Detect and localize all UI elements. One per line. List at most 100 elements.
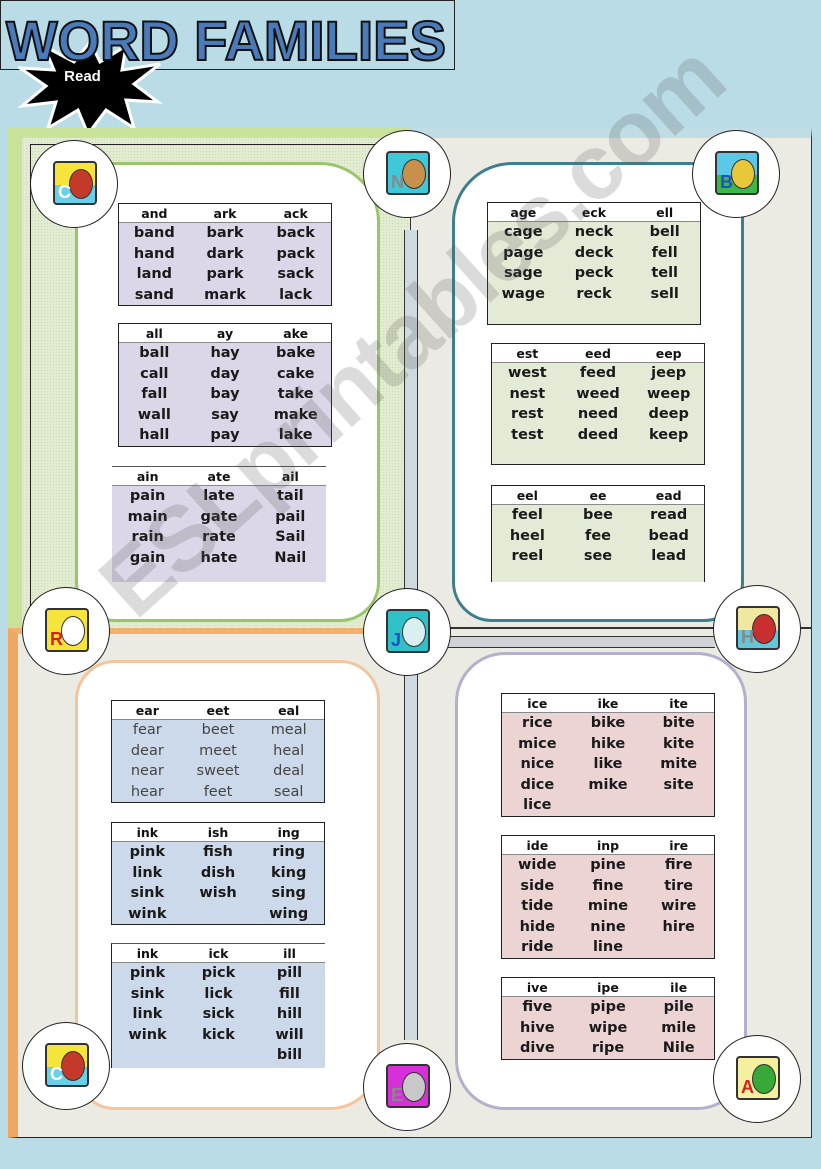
icon-letter: C [58, 182, 71, 202]
word-cell: test [511, 426, 544, 443]
table-row: wink kick will [112, 1025, 325, 1046]
word-cell: sick [202, 1006, 235, 1023]
table-row: wide pine fire [502, 855, 714, 876]
word-cell: park [206, 266, 244, 283]
word-cell: lead [651, 548, 687, 565]
title-banner: WORD FAMILIES [0, 0, 455, 70]
family-ending-header: ill [283, 945, 296, 961]
hippo-hockey-h-icon: H [736, 606, 780, 650]
word-cell: dive [520, 1040, 555, 1057]
word-cell: hike [590, 735, 626, 752]
word-cell: fish [203, 844, 233, 861]
table-row: pink pick pill [112, 963, 325, 984]
table-row: dear meet heal [112, 741, 324, 762]
word-cell: deep [648, 406, 689, 423]
word-cell: mine [587, 898, 629, 915]
table-row: wink wing [112, 904, 324, 925]
word-cell: mark [204, 286, 246, 303]
bird-nest-n-icon: N [386, 151, 430, 195]
word-cell: tire [664, 877, 694, 894]
word-cell: hall [139, 427, 170, 444]
table-row: dice mike site [502, 775, 714, 796]
word-cell: reck [576, 285, 612, 302]
word-cell: Sail [275, 529, 306, 546]
word-cell: dear [130, 742, 164, 759]
bee-baseball-b-icon: B [715, 151, 759, 195]
word-family-table-ink-ish-ing: ink ish ing pink fish ring link dish king sink wis… [111, 822, 325, 925]
family-ending-header: eed [585, 345, 611, 361]
table-row: lice [502, 795, 714, 816]
family-ending-header: eep [655, 345, 682, 361]
word-cell: will [275, 1026, 304, 1043]
icon-figure [731, 159, 755, 189]
table-row: fear beet meal [112, 720, 324, 741]
word-cell: gate [200, 508, 238, 525]
elephant-e-icon-circle: E [363, 1043, 451, 1131]
family-ending-header: ell [656, 204, 674, 220]
word-cell: keep [649, 426, 689, 443]
word-cell: band [133, 225, 175, 242]
word-cell: sand [134, 286, 174, 303]
word-cell: nest [509, 385, 546, 402]
family-ending-header: ee [589, 487, 607, 503]
table-row: band bark back [119, 223, 331, 244]
table-header-row: ear eet eal [112, 701, 324, 720]
table-row: nest weed weep [492, 384, 704, 405]
word-cell: wire [661, 898, 697, 915]
table-row: sink lick fill [112, 984, 325, 1005]
word-cell: deal [273, 763, 305, 780]
table-row: feel bee read [492, 505, 704, 526]
word-cell: sink [130, 885, 165, 902]
word-cell: sink [130, 985, 165, 1002]
family-ending-header: ire [669, 837, 689, 853]
word-cell: mile [661, 1019, 697, 1036]
word-cell: dice [520, 776, 555, 793]
word-cell: seal [273, 783, 304, 800]
word-cell: say [211, 406, 239, 423]
word-cell: kick [202, 1026, 235, 1043]
word-cell: bark [206, 225, 244, 242]
family-ending-header: eet [206, 702, 230, 718]
word-cell: mice [518, 735, 557, 752]
word-cell: meal [270, 722, 307, 739]
word-cell: sing [271, 885, 306, 902]
table-row: dive ripe Nile [502, 1038, 714, 1059]
word-cell: sell [650, 285, 679, 302]
table-row: page deck fell [488, 243, 700, 264]
table-header-row: all ay ake [119, 324, 331, 343]
icon-figure [402, 617, 426, 647]
table-row: west feed jeep [492, 363, 704, 384]
word-cell: bake [276, 345, 316, 362]
table-row: test deed keep [492, 425, 704, 446]
family-ending-header: ack [283, 205, 308, 221]
family-ending-header: and [141, 205, 168, 221]
table-row: link dish king [112, 863, 324, 884]
table-row: call day cake [119, 364, 331, 385]
table-row: rain rate Sail [112, 527, 326, 548]
word-cell: wipe [588, 1019, 628, 1036]
family-ending-header: ice [527, 695, 548, 711]
family-ending-header: est [516, 345, 539, 361]
word-cell: bike [590, 715, 626, 732]
icon-figure [402, 1072, 426, 1102]
word-cell: need [577, 406, 619, 423]
word-cell: call [140, 365, 169, 382]
bird-nest-n-icon-circle: N [363, 130, 451, 218]
family-ending-header: eal [278, 702, 300, 718]
table-row: rice bike bite [502, 713, 714, 734]
word-cell: lake [278, 427, 313, 444]
word-cell: ripe [591, 1040, 625, 1057]
word-cell: pile [663, 999, 694, 1016]
word-cell: see [583, 548, 613, 565]
word-cell: rain [131, 529, 164, 546]
word-cell: fear [132, 722, 162, 739]
word-cell: lice [523, 797, 552, 814]
word-family-table-ink-ick-ill: ink ick ill pink pick pill sink lick fill link sic… [111, 943, 325, 1068]
word-cell: nine [590, 918, 626, 935]
word-cell: feel [511, 507, 543, 524]
word-family-table-eel-ee-ead: eel ee ead feel bee read heel fee bead reel see lea… [491, 485, 705, 582]
family-ending-header: age [510, 204, 537, 220]
word-cell: fill [279, 985, 300, 1002]
word-cell: hire [662, 918, 695, 935]
word-cell: bill [276, 1047, 303, 1064]
